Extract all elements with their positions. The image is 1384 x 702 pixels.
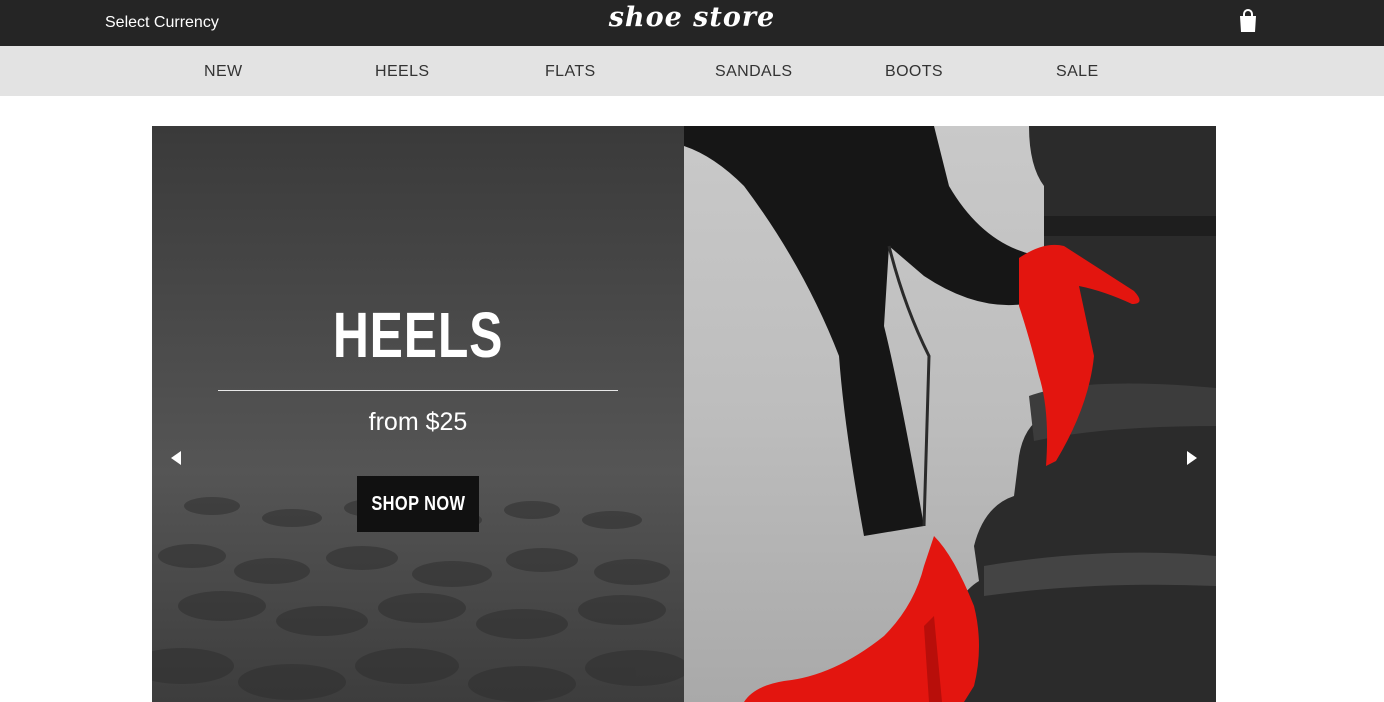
currency-selector[interactable]: Select Currency bbox=[105, 14, 219, 32]
shop-now-label: SHOP NOW bbox=[370, 492, 466, 515]
hero-subtitle: from $25 bbox=[368, 408, 468, 436]
triangle-right-icon[interactable] bbox=[1184, 449, 1200, 467]
logo-text[interactable]: shoe store bbox=[609, 2, 776, 33]
shopping-bag-icon[interactable] bbox=[1238, 9, 1258, 33]
nav-item-flats[interactable]: FLATS bbox=[545, 63, 596, 81]
hero-slider: HEELS from $25 SHOP NOW bbox=[152, 126, 1216, 702]
hero-text-panel: HEELS from $25 SHOP NOW bbox=[152, 126, 684, 702]
nav-item-heels[interactable]: HEELS bbox=[375, 63, 429, 81]
red-heels-photo bbox=[684, 126, 1216, 702]
nav-item-sandals[interactable]: SANDALS bbox=[715, 63, 793, 81]
nav-item-new[interactable]: NEW bbox=[204, 63, 243, 81]
hero-divider bbox=[218, 390, 618, 391]
hero-title: HEELS bbox=[332, 299, 504, 371]
hero-photo-panel bbox=[684, 126, 1216, 702]
nav-item-sale[interactable]: SALE bbox=[1056, 63, 1099, 81]
top-bar: Select Currency shoe store bbox=[0, 0, 1384, 46]
shop-now-button[interactable]: SHOP NOW bbox=[357, 476, 479, 532]
triangle-left-icon[interactable] bbox=[168, 449, 184, 467]
nav-item-boots[interactable]: BOOTS bbox=[885, 63, 943, 81]
main-nav: NEW HEELS FLATS SANDALS BOOTS SALE bbox=[0, 46, 1384, 96]
